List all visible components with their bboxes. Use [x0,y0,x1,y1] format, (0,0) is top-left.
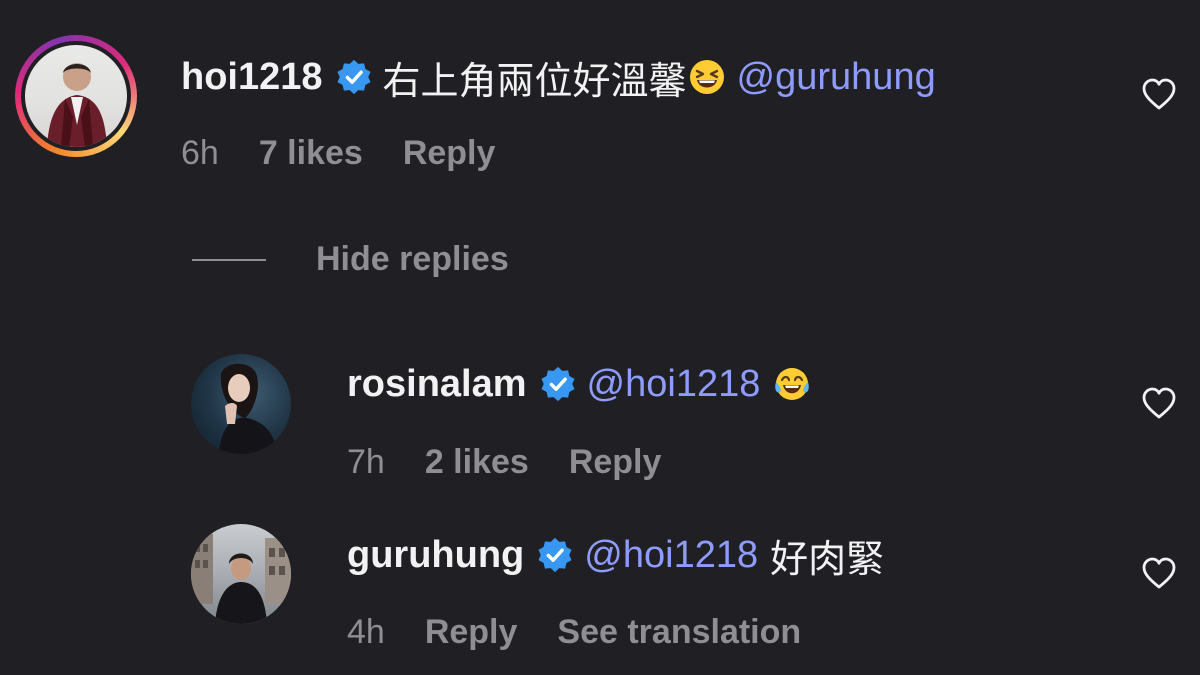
timestamp: 6h [181,133,219,172]
mention-link[interactable]: @hoi1218 [584,534,758,577]
username[interactable]: hoi1218 [181,56,323,99]
avatar-guruhung[interactable] [191,524,291,624]
grinning-squinting-face-icon [689,60,724,94]
heart-icon[interactable] [1141,77,1177,111]
reply-line: rosinalam @hoi1218 [347,361,822,407]
verified-badge-icon [536,536,574,574]
reply-meta: 7h 2 likes Reply [347,441,701,483]
avatar-hoi1218[interactable] [25,45,127,147]
avatar-rosinalam[interactable] [191,354,291,454]
comment-hoi1218: hoi1218 右上角兩位好溫馨 @guruhung 6h 7 likes Re… [0,0,1200,200]
see-translation-link[interactable]: See translation [557,613,801,652]
reply-text: 好肉緊 [770,538,885,581]
heart-icon[interactable] [1141,386,1177,420]
reply-rosinalam: rosinalam @hoi1218 7h 2 likes Reply [0,330,1200,500]
hide-replies-toggle[interactable]: Hide replies [192,240,509,279]
reply-button[interactable]: Reply [569,443,662,482]
likes-count[interactable]: 2 likes [425,443,529,482]
hide-replies-label: Hide replies [316,240,509,278]
likes-count[interactable]: 7 likes [259,134,363,173]
mention-link[interactable]: @guruhung [737,56,936,99]
reply-button[interactable]: Reply [403,134,496,173]
comment-text: 右上角兩位好溫馨 [382,60,687,103]
reply-meta: 4h Reply See translation [347,611,841,653]
username[interactable]: rosinalam [347,363,527,406]
thread-divider [192,258,266,261]
comment-line: hoi1218 右上角兩位好溫馨 @guruhung [181,54,936,103]
face-with-tears-of-joy-icon [775,368,810,400]
heart-icon[interactable] [1141,556,1177,590]
verified-badge-icon [539,365,577,403]
mention-link[interactable]: @hoi1218 [587,363,761,406]
timestamp: 7h [347,442,385,481]
reply-line: guruhung @hoi1218 好肉緊 [347,532,884,581]
comment-meta: 6h 7 likes Reply [181,132,535,174]
timestamp: 4h [347,612,385,651]
verified-badge-icon [335,58,373,96]
reply-guruhung: guruhung @hoi1218 好肉緊 4h Reply See trans… [0,500,1200,675]
reply-button[interactable]: Reply [425,613,518,652]
username[interactable]: guruhung [347,534,524,577]
